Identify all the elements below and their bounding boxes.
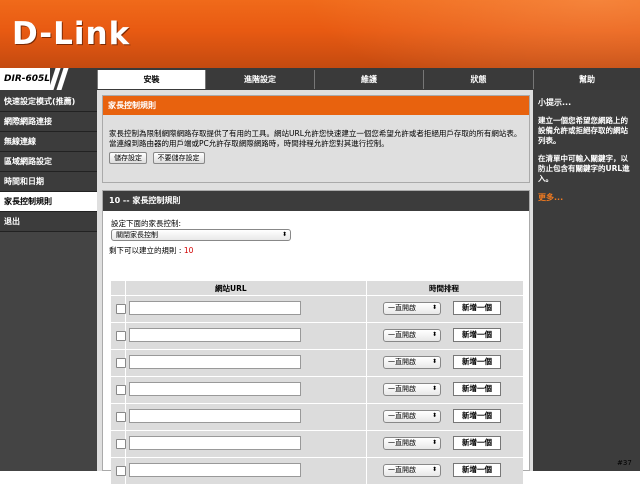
page-badge: #37 xyxy=(617,459,632,467)
remaining-label: 剩下可以建立的規則 : xyxy=(109,246,182,255)
model-label: DIR-605L xyxy=(0,68,50,90)
schedule-value: 一直開啟 xyxy=(388,385,416,393)
add-new-button[interactable]: 新增一個 xyxy=(453,463,501,477)
url-input[interactable] xyxy=(129,409,301,423)
tab-status[interactable]: 狀態 xyxy=(423,70,533,89)
hints-panel: 小提示... 建立一個您希望您網路上的設備允許或拒絕存取的網站列表。 在清單中可… xyxy=(533,90,640,471)
table-row: 一直開啟 ⬍ 新增一個 xyxy=(111,349,523,376)
schedule-select[interactable]: 一直開啟 ⬍ xyxy=(383,329,441,342)
schedule-value: 一直開啟 xyxy=(388,439,416,447)
save-button[interactable]: 儲存設定 xyxy=(109,152,147,164)
rule-checkbox[interactable] xyxy=(116,466,126,476)
tab-help[interactable]: 幫助 xyxy=(533,70,640,89)
add-new-button[interactable]: 新增一個 xyxy=(453,328,501,342)
sidebar-item-wireless[interactable]: 無線連線 xyxy=(0,132,97,152)
add-new-button[interactable]: 新增一個 xyxy=(453,301,501,315)
add-new-button[interactable]: 新增一個 xyxy=(453,409,501,423)
col-schedule-header: 時間排程 xyxy=(429,284,459,293)
sidebar-item-internet[interactable]: 網際網路連接 xyxy=(0,112,97,132)
select-arrow-icon: ⬍ xyxy=(431,358,437,365)
table-header: 網站URL 時間排程 xyxy=(111,281,523,295)
parental-intro-panel: 家長控制規則 家長控制為限制網際網路存取提供了有用的工具。網站URL允許您快速建… xyxy=(102,95,530,183)
panel-description: 家長控制為限制網際網路存取提供了有用的工具。網站URL允許您快速建立一個您希望允… xyxy=(109,129,522,148)
schedule-select[interactable]: 一直開啟 ⬍ xyxy=(383,383,441,396)
select-arrow-icon: ⬍ xyxy=(431,439,437,446)
select-arrow-icon: ⬍ xyxy=(431,466,437,473)
url-input[interactable] xyxy=(129,436,301,450)
sidebar-item-time[interactable]: 時間和日期 xyxy=(0,172,97,192)
main-content: 家長控制規則 家長控制為限制網際網路存取提供了有用的工具。網站URL允許您快速建… xyxy=(97,90,533,484)
dlink-logo: D-Link xyxy=(12,16,131,52)
sidebar: 快速設定模式(推薦) 網際網路連接 無線連線 區域網路設定 時間和日期 家長控制… xyxy=(0,90,97,471)
col-url-header: 網站URL xyxy=(215,284,247,293)
header-banner: D-Link xyxy=(0,0,640,68)
tab-setup[interactable]: 安裝 xyxy=(97,70,205,89)
table-row: 一直開啟 ⬍ 新增一個 xyxy=(111,403,523,430)
more-link[interactable]: 更多... xyxy=(538,192,640,203)
sidebar-item-logout[interactable]: 退出 xyxy=(0,212,97,232)
add-new-button[interactable]: 新增一個 xyxy=(453,382,501,396)
rule-checkbox[interactable] xyxy=(116,304,126,314)
url-input[interactable] xyxy=(129,328,301,342)
select-arrow-icon: ⬍ xyxy=(431,331,437,338)
rules-table: 網站URL 時間排程 一直開啟 ⬍ 新增一個 一直開啟 ⬍ 新增一個 一直開啟 ⬍ 新增一個 一直… xyxy=(111,281,523,484)
rules-rows: 一直開啟 ⬍ 新增一個 一直開啟 ⬍ 新增一個 一直開啟 ⬍ 新增一個 一直開啟 ⬍ 新增一個 一直開啟… xyxy=(111,295,523,484)
rules-title: 10 -- 家長控制規則 xyxy=(103,191,529,211)
sidebar-item-quick-setup[interactable]: 快速設定模式(推薦) xyxy=(0,92,97,112)
schedule-select[interactable]: 一直開啟 ⬍ xyxy=(383,302,441,315)
add-new-button[interactable]: 新增一個 xyxy=(453,436,501,450)
select-arrow-icon: ⬍ xyxy=(431,304,437,311)
hint-text-1: 建立一個您希望您網路上的設備允許或拒絕存取的網站列表。 xyxy=(538,116,628,145)
select-arrow-icon: ⬍ xyxy=(281,231,287,238)
tab-maintenance[interactable]: 維護 xyxy=(314,70,423,89)
url-input[interactable] xyxy=(129,463,301,477)
schedule-value: 一直開啟 xyxy=(388,466,416,474)
rule-checkbox[interactable] xyxy=(116,439,126,449)
rule-checkbox[interactable] xyxy=(116,385,126,395)
table-row: 一直開啟 ⬍ 新增一個 xyxy=(111,295,523,322)
schedule-select[interactable]: 一直開啟 ⬍ xyxy=(383,410,441,423)
schedule-value: 一直開啟 xyxy=(388,412,416,420)
sidebar-item-lan[interactable]: 區域網路設定 xyxy=(0,152,97,172)
select-value: 關閉家長控制 xyxy=(116,231,158,239)
schedule-value: 一直開啟 xyxy=(388,358,416,366)
parental-mode-select[interactable]: 關閉家長控制 ⬍ xyxy=(111,229,291,241)
url-input[interactable] xyxy=(129,382,301,396)
tab-advanced[interactable]: 進階設定 xyxy=(205,70,314,89)
url-input[interactable] xyxy=(129,355,301,369)
table-row: 一直開啟 ⬍ 新增一個 xyxy=(111,430,523,457)
rules-panel: 10 -- 家長控制規則 設定下面的家長控制: 關閉家長控制 ⬍ 剩下可以建立的… xyxy=(102,190,530,484)
panel-title: 家長控制規則 xyxy=(103,96,529,115)
add-new-button[interactable]: 新增一個 xyxy=(453,355,501,369)
remaining-rules: 剩下可以建立的規則 : 10 xyxy=(109,245,193,256)
hint-text-2: 在清單中可輸入關鍵字，以防止包含有關鍵字的URL進入。 xyxy=(538,154,630,183)
dont-save-button[interactable]: 不要儲存設定 xyxy=(152,152,205,164)
schedule-value: 一直開啟 xyxy=(388,304,416,312)
schedule-select[interactable]: 一直開啟 ⬍ xyxy=(383,356,441,369)
rule-checkbox[interactable] xyxy=(116,331,126,341)
rule-checkbox[interactable] xyxy=(116,412,126,422)
sidebar-item-parental[interactable]: 家長控制規則 xyxy=(0,192,97,212)
schedule-select[interactable]: 一直開啟 ⬍ xyxy=(383,437,441,450)
table-row: 一直開啟 ⬍ 新增一個 xyxy=(111,376,523,403)
hints-title: 小提示... xyxy=(538,98,572,107)
select-arrow-icon: ⬍ xyxy=(431,385,437,392)
table-row: 一直開啟 ⬍ 新增一個 xyxy=(111,322,523,349)
schedule-value: 一直開啟 xyxy=(388,331,416,339)
select-arrow-icon: ⬍ xyxy=(431,412,437,419)
rule-checkbox[interactable] xyxy=(116,358,126,368)
setup-label: 設定下面的家長控制: xyxy=(111,219,182,228)
url-input[interactable] xyxy=(129,301,301,315)
remaining-count: 10 xyxy=(183,246,194,255)
